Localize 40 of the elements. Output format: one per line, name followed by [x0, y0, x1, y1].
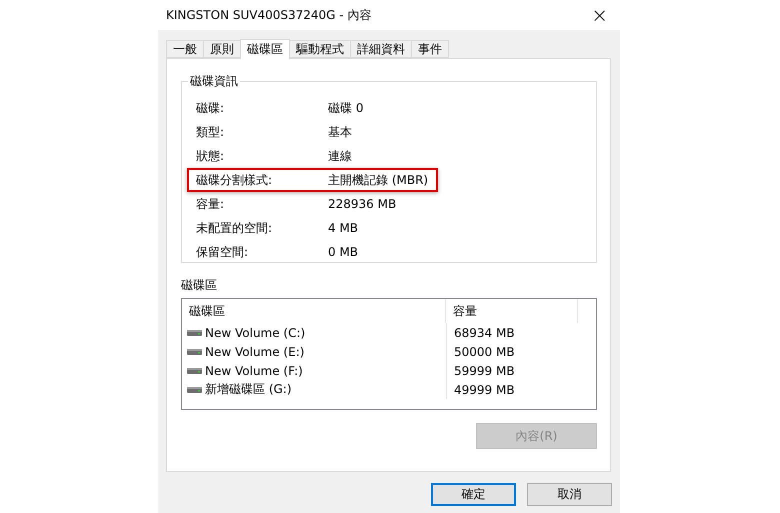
- capacity-cell: 49999 MB: [446, 380, 578, 399]
- ok-button[interactable]: 確定: [431, 483, 516, 506]
- info-value: 0 MB: [328, 245, 360, 259]
- volume-item[interactable]: 新增磁碟區 (G:): [182, 381, 446, 398]
- tab[interactable]: 原則: [203, 40, 241, 58]
- info-label: 磁碟:: [196, 100, 226, 116]
- column-header[interactable]: 容量: [446, 299, 578, 323]
- capacity-cell: 50000 MB: [446, 342, 578, 361]
- drive-icon: [187, 330, 202, 336]
- group-title: 磁碟資訊: [189, 73, 239, 90]
- info-value: 磁碟 0: [328, 100, 364, 116]
- close-button[interactable]: ×: [587, 5, 612, 25]
- window-title: KINGSTON SUV400S37240G - 內容: [166, 6, 372, 24]
- volume-item[interactable]: New Volume (E:): [182, 344, 446, 358]
- drive-icon: [187, 386, 202, 392]
- volume-item[interactable]: New Volume (F:): [182, 364, 446, 378]
- capacity-cell: 59999 MB: [446, 361, 578, 380]
- tab[interactable]: 磁碟區: [240, 39, 290, 59]
- info-label: 類型:: [196, 124, 226, 140]
- tab[interactable]: 驅動程式: [289, 40, 351, 58]
- info-label: 保留空間:: [196, 244, 250, 260]
- info-label: 磁碟分割樣式:: [196, 172, 274, 188]
- info-label: 狀態:: [196, 148, 226, 164]
- drive-icon: [187, 368, 202, 374]
- section-title: 磁碟區: [181, 277, 218, 294]
- cancel-button[interactable]: 取消: [527, 483, 612, 506]
- drive-icon: [187, 348, 202, 354]
- info-value: 基本: [328, 124, 353, 140]
- tab[interactable]: 事件: [411, 40, 449, 58]
- info-label: 容量:: [196, 196, 226, 212]
- info-label: 未配置的空間:: [196, 220, 274, 236]
- capacity-cell: 68934 MB: [446, 323, 578, 342]
- info-value: 主開機記錄 (MBR): [328, 172, 428, 188]
- info-value: 228936 MB: [328, 197, 398, 211]
- volume-item[interactable]: New Volume (C:): [182, 326, 446, 340]
- tab[interactable]: 詳細資料: [350, 40, 412, 58]
- tab[interactable]: 一般: [166, 40, 204, 58]
- info-value: 4 MB: [328, 221, 360, 235]
- info-value: 連線: [328, 148, 353, 164]
- column-header[interactable]: 磁碟區: [182, 299, 446, 323]
